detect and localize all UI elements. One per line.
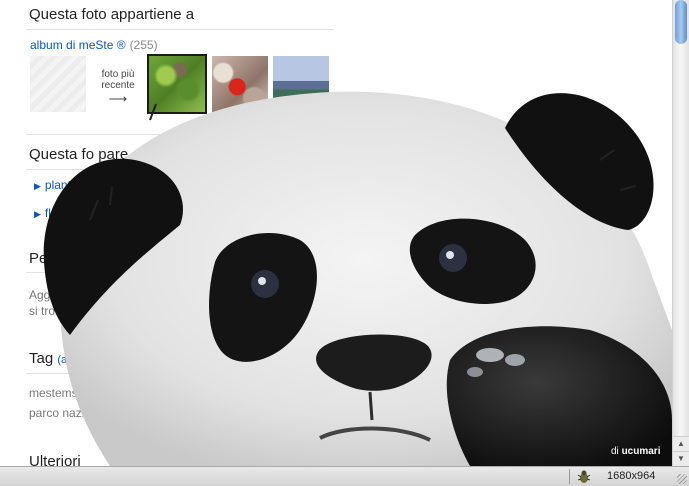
firebug-icon[interactable] <box>576 469 592 484</box>
scroll-down-button[interactable]: ▼ <box>673 451 689 466</box>
resize-grip-icon[interactable] <box>677 474 687 484</box>
scroll-up-button[interactable]: ▲ <box>673 436 689 451</box>
status-bar: 1680x964 <box>0 466 689 486</box>
panda-overlay-image <box>43 91 672 466</box>
status-separator <box>569 469 570 484</box>
photo-credit: di ucumari <box>611 446 660 457</box>
credit-user[interactable]: ucumari <box>622 446 661 457</box>
photo-page-content: Questa foto appartiene a album di meSte … <box>0 0 672 466</box>
scrollbar-thumb[interactable] <box>675 0 687 44</box>
window-size-readout: 1680x964 <box>607 470 656 482</box>
vertical-scrollbar[interactable]: ▲ ▼ <box>672 0 689 466</box>
credit-prefix: di <box>611 446 619 457</box>
